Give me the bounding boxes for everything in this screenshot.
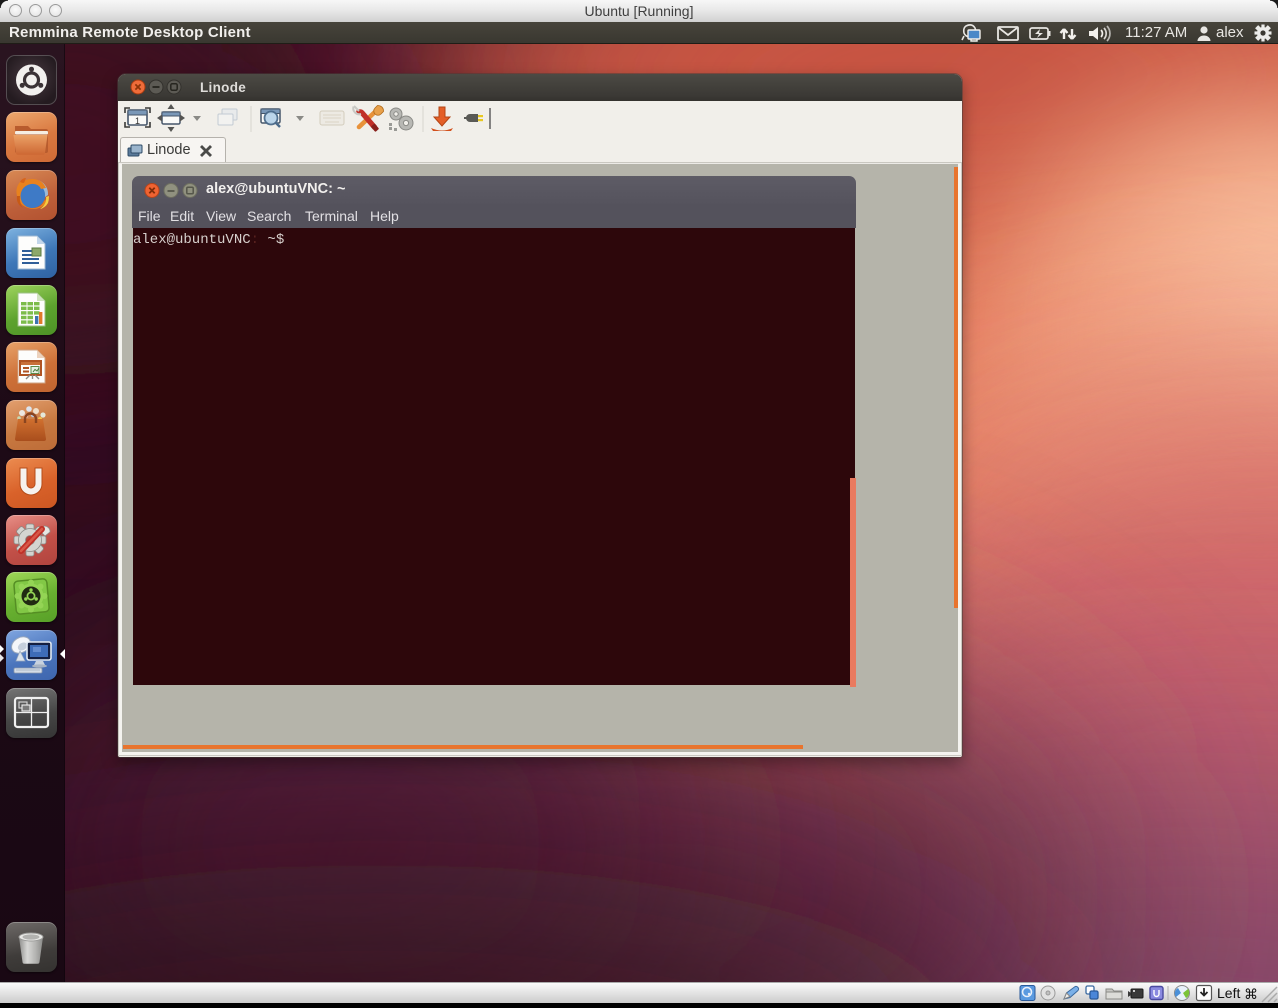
svg-text:⌘: ⌘ — [1244, 986, 1258, 1002]
svg-text:Left: Left — [1217, 985, 1240, 1001]
svg-text:1: 1 — [135, 116, 140, 126]
